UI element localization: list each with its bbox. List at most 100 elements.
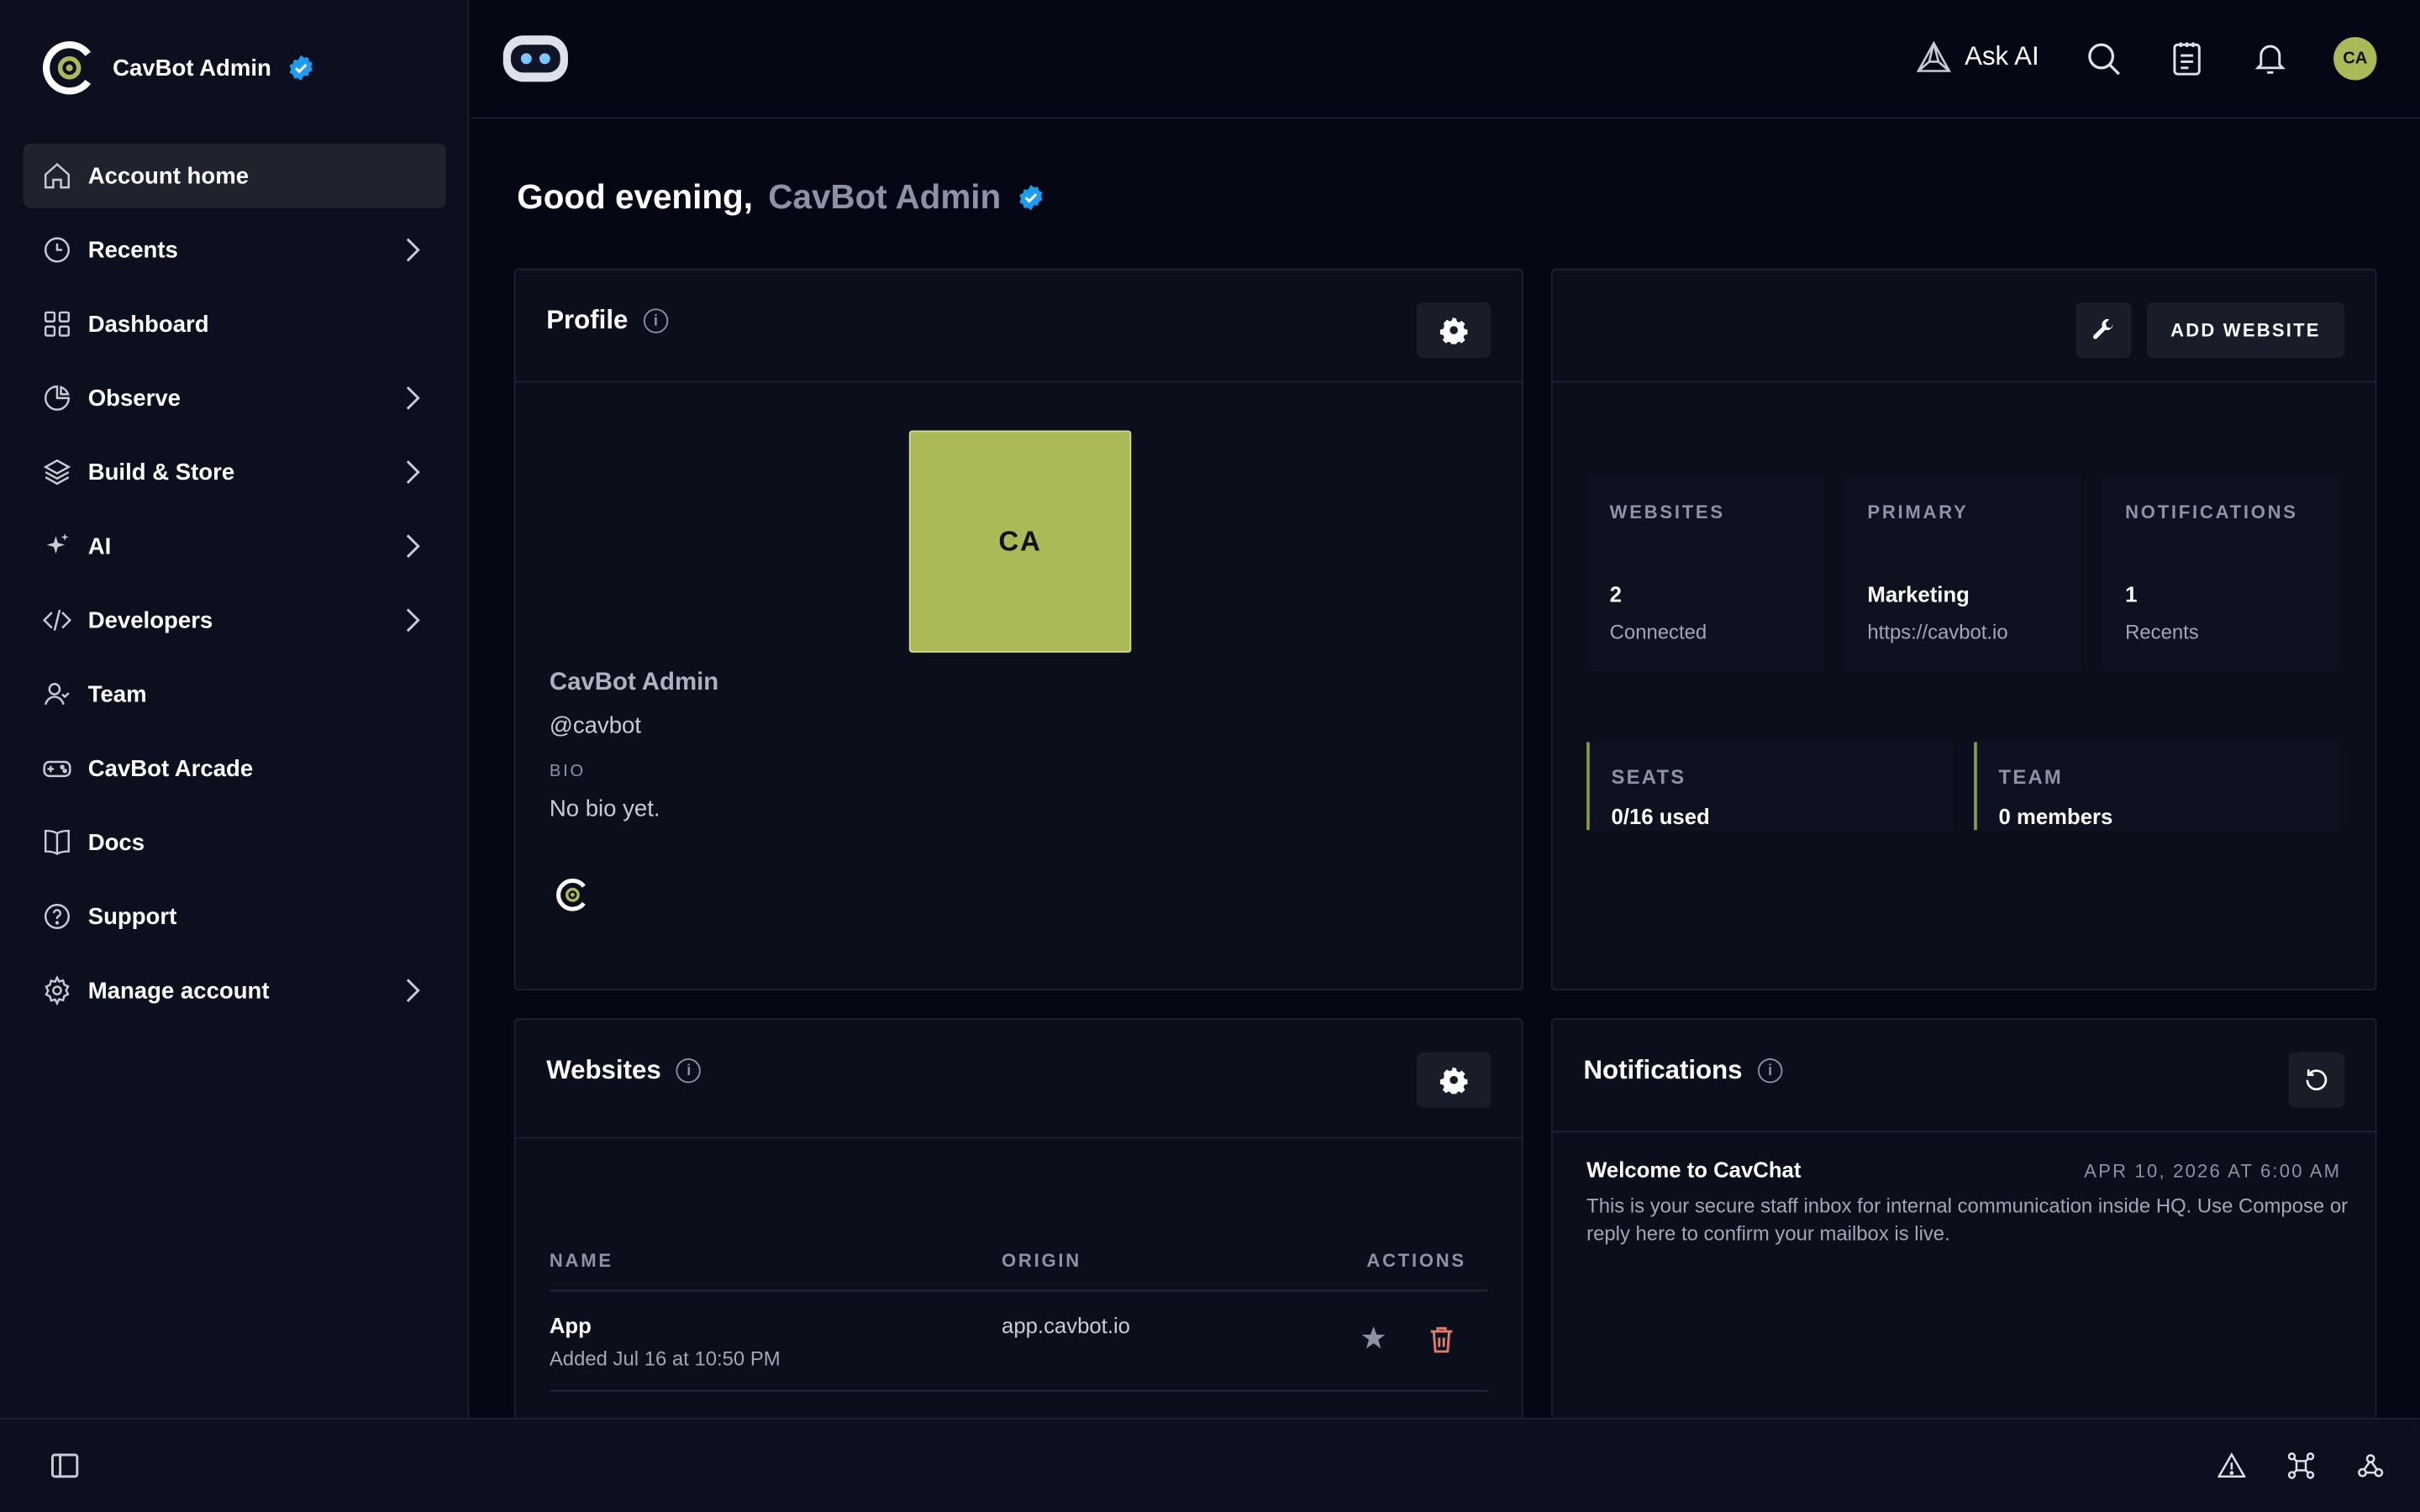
- warning-icon[interactable]: [2217, 1452, 2246, 1478]
- stat-label: TEAM: [1998, 765, 2064, 789]
- bio-text: No bio yet.: [549, 795, 660, 822]
- chevron-right-icon: [406, 386, 420, 410]
- book-icon: [44, 829, 70, 856]
- user-avatar[interactable]: CA: [2333, 37, 2377, 81]
- sidebar-item-account-home[interactable]: Account home: [23, 143, 446, 208]
- app-root: CavBot Admin Account home Recents Dashbo…: [0, 0, 2420, 1512]
- stat-sub: Recents: [2125, 620, 2199, 643]
- ask-ai-label: Ask AI: [1965, 41, 2039, 71]
- verified-badge-icon: [1018, 184, 1042, 211]
- stat-notifications: NOTIFICATIONS 1 Recents: [2102, 476, 2340, 671]
- ask-ai-button[interactable]: Ask AI: [1915, 40, 2039, 74]
- gear-icon: [1439, 1067, 1468, 1095]
- overview-card-header: ADD WEBSITE: [1552, 270, 2375, 383]
- table-divider: [549, 1389, 1488, 1392]
- sidebar-item-observe[interactable]: Observe: [24, 365, 446, 430]
- stat-value: 0/16 used: [1611, 803, 1710, 829]
- sidebar-item-build-store[interactable]: Build & Store: [24, 439, 446, 504]
- info-icon[interactable]: i: [643, 308, 669, 333]
- add-website-button[interactable]: ADD WEBSITE: [2146, 302, 2344, 359]
- sidebar-toggle-icon[interactable]: [50, 1453, 79, 1478]
- stat-sub: https://cavbot.io: [1867, 620, 2008, 643]
- network-icon[interactable]: [2287, 1452, 2315, 1479]
- website-name: App: [549, 1313, 592, 1338]
- sidebar-nav: Account home Recents Dashboard Observe B…: [23, 143, 446, 1032]
- stat-team: TEAM 0 members: [1974, 742, 2342, 831]
- code-icon: [42, 609, 71, 631]
- sidebar-item-label: Docs: [87, 829, 145, 856]
- clock-icon: [44, 237, 70, 263]
- websites-card: Websites i NAME ORIGIN ACTIONS App Added…: [513, 1018, 1523, 1420]
- sidebar-item-label: AI: [87, 533, 112, 559]
- cavbot-logo-icon: [42, 41, 91, 95]
- search-icon[interactable]: [2085, 40, 2122, 77]
- sidebar-item-dashboard[interactable]: Dashboard: [24, 291, 446, 356]
- sidebar-item-label: Dashboard: [87, 311, 209, 338]
- chevron-right-icon: [406, 979, 420, 1003]
- stat-label: SEATS: [1611, 765, 1686, 789]
- tools-button[interactable]: [2075, 302, 2132, 359]
- pie-chart-icon: [44, 385, 70, 411]
- websites-title-text: Websites: [546, 1055, 661, 1085]
- star-icon[interactable]: [1358, 1324, 1389, 1355]
- profile-avatar[interactable]: CA: [908, 430, 1132, 653]
- info-icon[interactable]: i: [1757, 1058, 1783, 1084]
- sidebar-item-label: Support: [87, 903, 177, 930]
- trash-icon[interactable]: [1429, 1326, 1454, 1353]
- verified-badge-icon: [289, 55, 313, 81]
- bell-icon[interactable]: [2252, 40, 2289, 77]
- sparkle-icon: [46, 533, 69, 554]
- website-added: Added Jul 16 at 10:50 PM: [549, 1347, 781, 1370]
- overview-card: ADD WEBSITE WEBSITES 2 Connected PRIMARY…: [1550, 268, 2377, 991]
- notes-icon[interactable]: [2169, 40, 2206, 77]
- sidebar-item-ai[interactable]: AI: [24, 514, 446, 579]
- wrench-icon: [2093, 318, 2113, 339]
- webhook-icon[interactable]: [2357, 1452, 2385, 1479]
- chevron-right-icon: [406, 534, 420, 559]
- sidebar-item-cavbot-arcade[interactable]: CavBot Arcade: [24, 736, 446, 801]
- gamepad-icon: [43, 760, 71, 778]
- info-icon[interactable]: i: [676, 1058, 702, 1084]
- grid-icon: [44, 311, 70, 337]
- table-divider: [549, 1289, 1488, 1292]
- greeting: Good evening, CavBot Admin: [517, 177, 1044, 218]
- profile-card-header: Profile i: [515, 270, 1522, 383]
- cavbot-logo-icon[interactable]: [555, 878, 589, 911]
- sidebar-item-support[interactable]: Support: [24, 884, 446, 948]
- refresh-icon: [2306, 1069, 2328, 1091]
- user-icon: [44, 683, 70, 706]
- gear-icon: [1439, 317, 1468, 344]
- profile-settings-button[interactable]: [1417, 302, 1491, 359]
- profile-handle: @cavbot: [549, 712, 642, 739]
- sidebar-item-label: Account home: [87, 162, 250, 189]
- stat-primary: PRIMARY Marketing https://cavbot.io: [1844, 476, 2082, 671]
- cavbot-robot-icon[interactable]: [502, 33, 570, 85]
- profile-title-text: Profile: [546, 305, 629, 335]
- chevron-right-icon: [406, 238, 420, 262]
- sidebar-item-docs[interactable]: Docs: [24, 810, 446, 874]
- profile-name: CavBot Admin: [549, 669, 719, 696]
- sidebar-item-label: Recents: [87, 236, 178, 264]
- chevron-right-icon: [406, 460, 420, 484]
- sidebar-item-developers[interactable]: Developers: [24, 588, 446, 653]
- sidebar-item-manage-account[interactable]: Manage account: [24, 958, 446, 1023]
- notifications-title-text: Notifications: [1583, 1055, 1743, 1085]
- sidebar-item-recents[interactable]: Recents: [24, 218, 446, 282]
- sidebar-item-label: Developers: [87, 606, 213, 633]
- websites-settings-button[interactable]: [1417, 1052, 1491, 1108]
- brand-name: CavBot Admin: [113, 55, 271, 81]
- website-origin: app.cavbot.io: [1002, 1313, 1131, 1338]
- top-bar: Ask AI CA: [471, 0, 2420, 119]
- bottom-bar: [0, 1417, 2420, 1512]
- sidebar-item-team[interactable]: Team: [24, 662, 446, 727]
- sidebar-item-label: Manage account: [87, 977, 270, 1004]
- sidebar: CavBot Admin Account home Recents Dashbo…: [0, 0, 470, 1418]
- gear-icon: [45, 975, 70, 1006]
- column-header-origin: ORIGIN: [1002, 1249, 1081, 1272]
- websites-card-header: Websites i: [515, 1020, 1522, 1139]
- stat-value: Marketing: [1867, 581, 1970, 606]
- brand[interactable]: CavBot Admin: [42, 40, 315, 96]
- refresh-button[interactable]: [2288, 1052, 2344, 1108]
- stat-sub: Connected: [1609, 620, 1707, 643]
- chevron-right-icon: [406, 608, 420, 633]
